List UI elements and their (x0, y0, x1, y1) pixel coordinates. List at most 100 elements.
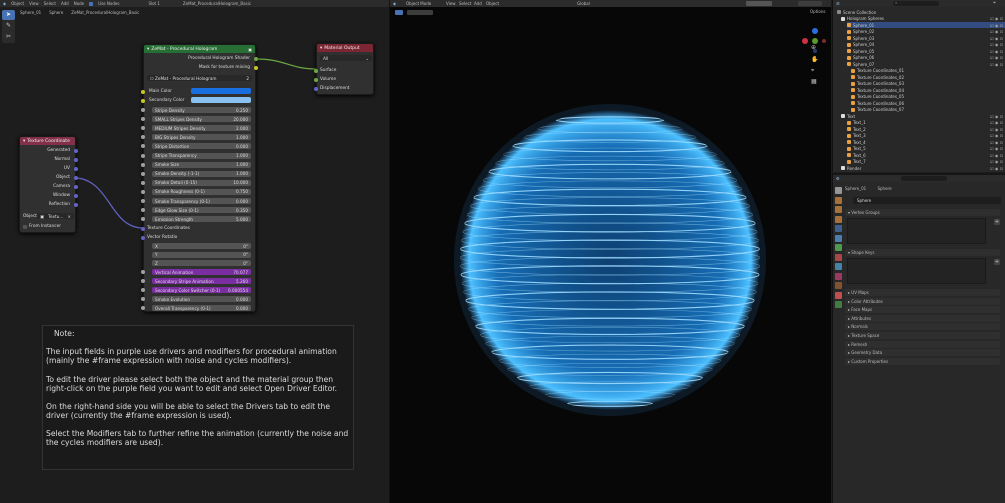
output-target-dropdown[interactable]: All ⌄ (320, 55, 372, 61)
group-input-12-socket[interactable] (141, 217, 145, 222)
displacement-socket[interactable] (314, 87, 318, 91)
texture-coordinates-socket[interactable] (141, 227, 145, 231)
group-input-11-socket[interactable] (141, 208, 145, 213)
group-input-1-socket[interactable] (141, 117, 145, 122)
visibility-toggles[interactable]: ☑ ◉ ⊡ (990, 166, 1003, 171)
animated-input-1-socket[interactable] (141, 279, 145, 283)
zoom-icon[interactable]: ⊕ (811, 44, 816, 51)
texcoord-item-1[interactable]: Texture Coordinates_01 (851, 68, 1005, 74)
animated-input-0-field[interactable]: Vertical Animation 70.077 (152, 269, 251, 275)
collection-text[interactable]: Text ☑ ◉ ⊡ (841, 113, 1005, 119)
menu-view[interactable]: View (446, 1, 456, 6)
group-input-6-socket[interactable] (141, 162, 145, 167)
properties-editor-icon[interactable]: ⚙ (836, 176, 840, 181)
group-input-7-field[interactable]: Smoke Density (-1-1) 1.000 (152, 170, 251, 177)
scene-collection-item[interactable]: Scene Collection (837, 9, 1005, 15)
group-input-3-field[interactable]: BIG Stripes Density 1.000 (152, 134, 251, 141)
mask-output-socket[interactable] (254, 66, 258, 70)
visibility-toggles[interactable]: ☑ ◉ ⊡ (990, 146, 1003, 151)
text-item-4[interactable]: Text_4 ☑ ◉ ⊡ (847, 139, 1005, 145)
procedural-hologram-node[interactable]: ▾ ZeMat - Procedural Hologram ▣ Procedur… (141, 44, 258, 312)
options-menu[interactable]: Options (810, 9, 825, 14)
panel-normals[interactable]: ▸ Normals (845, 323, 1000, 331)
secondary-color-swatch[interactable] (191, 97, 251, 103)
panel-custom-properties[interactable]: ▸ Custom Properties (845, 357, 1000, 365)
texture-coordinate-header[interactable]: ▾ Texture Coordinate (20, 137, 75, 145)
output-object-socket[interactable] (74, 176, 78, 180)
main-color-swatch[interactable] (191, 88, 251, 94)
animated-input-3-field[interactable]: Smoke Evolution 0.000 (152, 296, 251, 302)
group-input-5-field[interactable]: Stripe Transparency 1.000 (152, 152, 251, 159)
group-selector[interactable]: ⎔ ZeMat - Procedural Hologram 2 (147, 75, 252, 81)
sphere-item-5[interactable]: Sphere_05 ☑ ◉ ⊡ (847, 48, 1005, 54)
visibility-toggles[interactable]: ☑ ◉ ⊡ (990, 36, 1003, 41)
group-input-12-field[interactable]: Emission Strength 5.000 (152, 216, 251, 223)
group-input-8-field[interactable]: Smoke Detail (0-15) 10.000 (152, 179, 251, 186)
visibility-toggles[interactable]: ☑ ◉ ⊡ (990, 62, 1003, 67)
panel-attributes[interactable]: ▸ Attributes (845, 314, 1000, 322)
group-input-2-field[interactable]: MEDIUM Stripes Density 2.000 (152, 125, 251, 132)
texcoord-item-2[interactable]: Texture Coordinates_02 (851, 74, 1005, 80)
mesh-name-field[interactable]: Sphere (853, 197, 1001, 204)
texcoord-item-4[interactable]: Texture Coordinates_04 (851, 87, 1005, 93)
animated-input-4-field[interactable]: Overall Transparency (0-1) 0.000 (152, 305, 251, 311)
collapse-icon[interactable]: ▾ (23, 139, 25, 144)
transform-orientation[interactable]: Global (577, 1, 590, 6)
sphere-item-7[interactable]: Sphere_07 ☑ ◉ ⊡ (847, 61, 1005, 67)
visibility-toggles[interactable]: ☑ ◉ ⊡ (990, 140, 1003, 145)
output-uv-socket[interactable] (74, 167, 78, 171)
shading-buttons[interactable] (798, 1, 822, 6)
visibility-toggles[interactable]: ☑ ◉ ⊡ (990, 23, 1003, 28)
texcoord-item-6[interactable]: Texture Coordinates_06 (851, 100, 1005, 106)
group-input-10-field[interactable]: Smoke Transparency (0-1) 0.000 (152, 198, 251, 204)
text-item-7[interactable]: Text_7 ☑ ◉ ⊡ (847, 159, 1005, 165)
visibility-toggles[interactable]: ☑ ◉ ⊡ (990, 127, 1003, 132)
mode-selector[interactable]: Object Mode (406, 1, 431, 6)
group-input-3-socket[interactable] (141, 135, 145, 140)
volume-socket[interactable] (314, 78, 318, 82)
panel-list-1[interactable] (847, 258, 986, 284)
sphere-item-2[interactable]: Sphere_02 ☑ ◉ ⊡ (847, 29, 1005, 35)
text-item-3[interactable]: Text_3 ☑ ◉ ⊡ (847, 133, 1005, 139)
panel-remesh[interactable]: ▸ Remesh (845, 340, 1000, 348)
menu-object[interactable]: Object (486, 1, 499, 6)
group-input-6-field[interactable]: Smoke Size 1.000 (152, 161, 251, 168)
rotation-y-field[interactable]: Y 0° (152, 251, 251, 258)
group-node-header[interactable]: ▾ ZeMat - Procedural Hologram ▣ (144, 45, 255, 53)
from-instancer-checkbox[interactable] (23, 225, 27, 229)
world-tab-icon[interactable] (835, 234, 842, 242)
group-input-4-field[interactable]: Stripe Distortion 0.000 (152, 143, 251, 150)
panel-vertex-groups[interactable]: ▾ Vertex Groups (845, 209, 1000, 216)
texcoord-item-7[interactable]: Texture Coordinates_07 (851, 107, 1005, 113)
properties-search-input[interactable] (901, 176, 947, 181)
sphere-item-6[interactable]: Sphere_06 ☑ ◉ ⊡ (847, 55, 1005, 61)
text-item-6[interactable]: Text_6 ☑ ◉ ⊡ (847, 152, 1005, 158)
overlay-toggles[interactable] (746, 1, 772, 6)
panel-uv-maps[interactable]: ▸ UV Maps (845, 289, 1000, 296)
panel-geometry-data[interactable]: ▸ Geometry Data (845, 349, 1000, 357)
render-tab-icon[interactable] (835, 196, 842, 204)
menu-select[interactable]: Select (459, 1, 471, 6)
search-input[interactable] (893, 1, 939, 6)
panel-face-maps[interactable]: ▸ Face Maps (845, 306, 1000, 314)
visibility-toggles[interactable]: ☑ ◉ ⊡ (990, 120, 1003, 125)
physics-tab-icon[interactable] (835, 272, 842, 280)
animated-input-1-field[interactable]: Secondary Stripe Animation 5.260 (152, 278, 251, 284)
output-generated-socket[interactable] (74, 149, 78, 153)
rotation-x-field[interactable]: X 0° (152, 243, 251, 249)
visibility-toggles[interactable]: ☑ ◉ ⊡ (990, 133, 1003, 138)
scene-tab-icon[interactable] (835, 225, 842, 232)
outliner-editor-icon[interactable]: ☰ (836, 1, 840, 6)
data-tab-icon[interactable] (835, 291, 842, 299)
group-input-10-socket[interactable] (141, 199, 145, 203)
group-input-0-field[interactable]: Stripe Density 0.250 (152, 107, 251, 113)
group-input-9-field[interactable]: Smoke Roughness (0-1) 0.750 (152, 188, 251, 195)
panel-texture-space[interactable]: ▸ Texture Space (845, 332, 1000, 339)
panel-list-0[interactable] (847, 218, 986, 244)
sphere-item-4[interactable]: Sphere_04 ☑ ◉ ⊡ (847, 42, 1005, 48)
close-icon[interactable]: × (67, 214, 71, 219)
secondary-color-socket[interactable] (141, 99, 145, 103)
animated-input-2-socket[interactable] (141, 288, 145, 292)
text-item-2[interactable]: Text_2 ☑ ◉ ⊡ (847, 126, 1005, 132)
animated-input-2-field[interactable]: Secondary Color Switcher (0-1) 0.000554 (152, 287, 251, 293)
